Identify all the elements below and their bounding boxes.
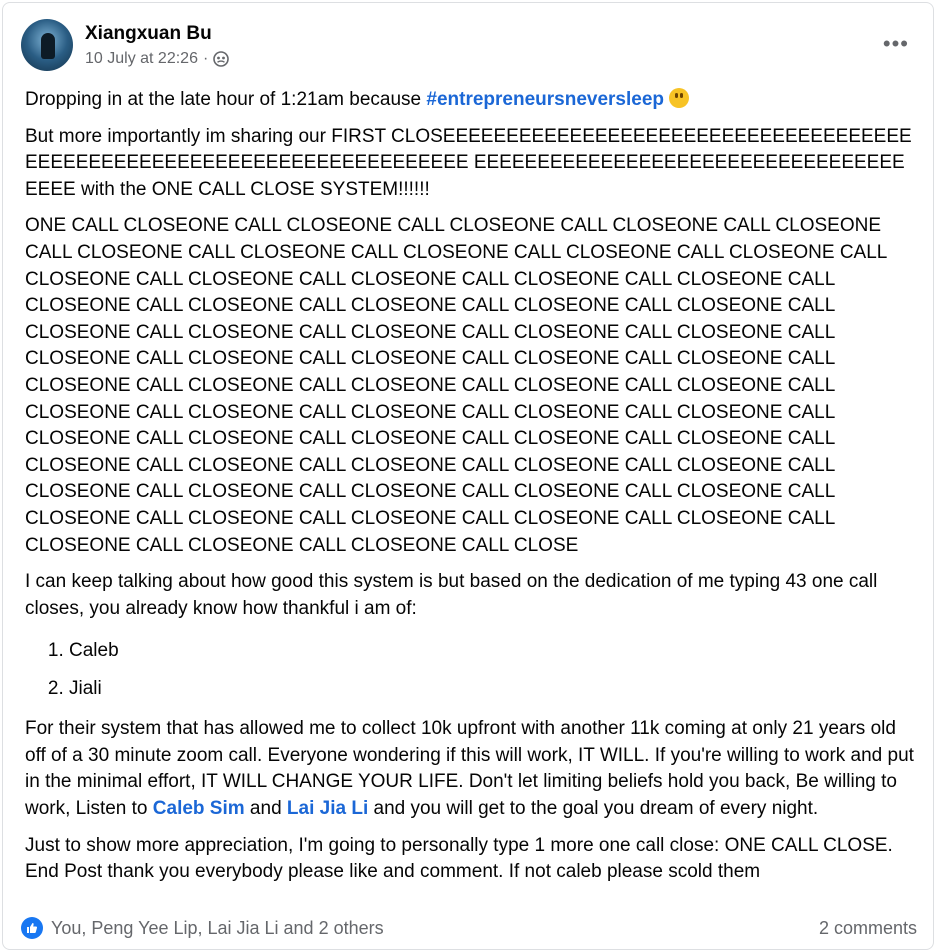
text: and xyxy=(244,798,287,820)
friends-audience-icon[interactable] xyxy=(213,50,230,67)
mention-link-caleb[interactable]: Caleb Sim xyxy=(153,798,245,819)
post-card: Xiangxuan Bu 10 July at 22:26 · ••• Drop… xyxy=(2,2,934,950)
post-body: Dropping in at the late hour of 1:21am b… xyxy=(25,87,917,896)
avatar[interactable] xyxy=(21,19,73,71)
list-item: Jiali xyxy=(69,670,917,708)
paragraph-4: I can keep talking about how good this s… xyxy=(25,571,878,619)
separator: · xyxy=(202,49,209,67)
post-time-row: 10 July at 22:26 · xyxy=(85,49,230,68)
mention-link-laijiali[interactable]: Lai Jia Li xyxy=(287,798,368,819)
list-item: Caleb xyxy=(69,632,917,670)
paragraph-5: For their system that has allowed me to … xyxy=(25,716,917,822)
comments-count[interactable]: 2 comments xyxy=(819,918,917,939)
paragraph-2: But more importantly im sharing our FIRS… xyxy=(25,125,912,200)
post-footer: You, Peng Yee Lip, Lai Jia Li and 2 othe… xyxy=(21,917,917,939)
more-options-icon[interactable]: ••• xyxy=(883,31,909,57)
hashtag-link[interactable]: #entrepreneursneversleep xyxy=(426,89,664,110)
thanks-list: Caleb Jiali xyxy=(25,632,917,708)
reactions-summary[interactable]: You, Peng Yee Lip, Lai Jia Li and 2 othe… xyxy=(21,917,384,939)
avatar-figure xyxy=(41,33,55,59)
upside-down-face-emoji-icon xyxy=(669,88,690,108)
like-reaction-icon xyxy=(21,917,43,939)
post-timestamp[interactable]: 10 July at 22:26 xyxy=(85,50,198,68)
paragraph-6: Just to show more appreciation, I'm goin… xyxy=(25,834,893,883)
text: and you will get to the goal you dream o… xyxy=(368,798,819,820)
post-meta: Xiangxuan Bu 10 July at 22:26 · xyxy=(85,23,230,68)
text: Dropping in at the late hour of 1:21am b… xyxy=(25,89,427,110)
author-name[interactable]: Xiangxuan Bu xyxy=(85,23,229,45)
paragraph-3: ONE CALL CLOSEONE CALL CLOSEONE CALL CLO… xyxy=(25,215,887,556)
post-header: Xiangxuan Bu 10 July at 22:26 · xyxy=(21,19,230,71)
paragraph-1: Dropping in at the late hour of 1:21am b… xyxy=(25,87,917,114)
reactions-text: You, Peng Yee Lip, Lai Jia Li and 2 othe… xyxy=(51,917,384,938)
